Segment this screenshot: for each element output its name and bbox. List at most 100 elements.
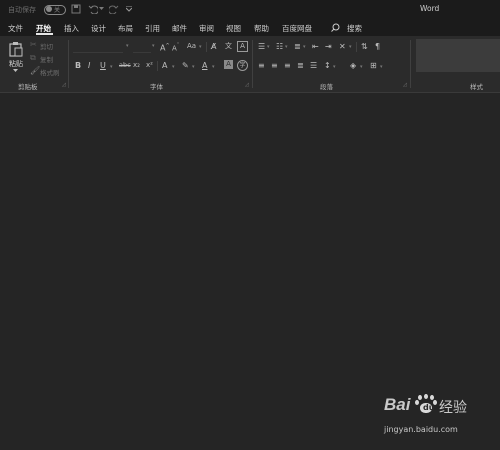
- paragraph-divider: [356, 42, 357, 52]
- chevron-down-icon[interactable]: [126, 6, 132, 12]
- title-bar: 自动保存 关 Word: [0, 0, 500, 19]
- tab-view[interactable]: 视图: [226, 23, 241, 34]
- chinese-layout-icon[interactable]: ✕: [339, 42, 346, 51]
- styles-group-label: 样式: [470, 83, 483, 91]
- borders-dropdown-icon[interactable]: ▾: [380, 64, 383, 70]
- bullets-dropdown-icon[interactable]: ▾: [267, 44, 270, 50]
- tab-references[interactable]: 引用: [145, 23, 160, 34]
- paste-label[interactable]: 粘贴: [9, 59, 23, 69]
- strikethrough-button[interactable]: abc: [119, 61, 131, 70]
- watermark-url: jingyan.baidu.com: [384, 425, 458, 434]
- shrink-font-icon[interactable]: Aˇ: [172, 42, 179, 53]
- highlight-icon[interactable]: ✎: [182, 61, 189, 70]
- ribbon-home: 粘贴 ✂ 剪切 ⧉ 复制 🖌 格式刷 剪贴板 ◿ ▾ ▾ A^ Aˇ Aa ▾ …: [0, 36, 500, 93]
- tab-baidu-netdisk[interactable]: 百度网盘: [282, 23, 312, 34]
- autosave-label: 自动保存: [8, 6, 36, 14]
- format-painter-icon[interactable]: 🖌: [30, 66, 40, 75]
- bold-button[interactable]: B: [75, 61, 81, 70]
- copy-icon[interactable]: ⧉: [30, 53, 36, 62]
- copy-label[interactable]: 复制: [40, 54, 53, 64]
- app-name: Word: [420, 4, 440, 13]
- autosave-toggle-knob: [46, 6, 52, 12]
- phonetic-guide-icon[interactable]: 文: [225, 42, 232, 51]
- italic-button[interactable]: I: [88, 61, 90, 70]
- group-divider: [68, 40, 69, 88]
- save-icon[interactable]: [71, 4, 81, 14]
- font-divider: [206, 42, 207, 52]
- active-tab-indicator: [36, 33, 53, 35]
- sort-icon[interactable]: ⇅: [361, 42, 368, 51]
- paste-dropdown-icon[interactable]: [13, 69, 18, 73]
- clear-formatting-icon[interactable]: A̸: [211, 42, 216, 51]
- tab-mailings[interactable]: 邮件: [172, 23, 187, 34]
- character-border-icon[interactable]: A: [237, 41, 248, 52]
- chinese-layout-dropdown-icon[interactable]: ▾: [349, 44, 352, 50]
- font-size-select[interactable]: [133, 41, 151, 53]
- decrease-indent-icon[interactable]: ⇤: [312, 42, 319, 51]
- align-center-icon[interactable]: ≡: [271, 61, 278, 70]
- shading-dropdown-icon[interactable]: ▾: [360, 64, 363, 70]
- character-shading-icon[interactable]: A: [224, 60, 233, 69]
- line-spacing-icon[interactable]: ↕: [324, 61, 331, 70]
- underline-button[interactable]: U: [100, 61, 106, 70]
- font-group-label: 字体: [150, 83, 163, 91]
- clipboard-group-label: 剪贴板: [18, 83, 38, 91]
- font-color-icon[interactable]: A: [202, 61, 207, 70]
- increase-indent-icon[interactable]: ⇥: [325, 42, 332, 51]
- format-painter-label[interactable]: 格式刷: [40, 67, 60, 77]
- watermark-brand-right: 经验: [439, 400, 467, 416]
- justify-icon[interactable]: ≣: [297, 61, 304, 70]
- group-divider: [410, 40, 411, 88]
- superscript-button[interactable]: x²: [146, 61, 153, 70]
- font-color-dropdown-icon[interactable]: ▾: [212, 64, 215, 70]
- tab-review[interactable]: 审阅: [199, 23, 214, 34]
- font-name-select[interactable]: [73, 41, 123, 53]
- undo-dropdown-icon[interactable]: [99, 6, 104, 11]
- highlight-dropdown-icon[interactable]: ▾: [192, 64, 195, 70]
- enclose-characters-icon[interactable]: 字: [237, 60, 248, 71]
- text-effects-icon[interactable]: A: [162, 61, 167, 70]
- paragraph-group-label: 段落: [320, 83, 333, 91]
- clipboard-launcher-icon[interactable]: ◿: [62, 82, 66, 88]
- font-divider: [157, 61, 158, 71]
- font-launcher-icon[interactable]: ◿: [245, 82, 249, 88]
- tab-file[interactable]: 文件: [8, 23, 23, 34]
- tab-insert[interactable]: 插入: [64, 23, 79, 34]
- search-icon[interactable]: [331, 23, 340, 32]
- show-marks-icon[interactable]: ¶: [375, 42, 380, 51]
- group-divider: [252, 40, 253, 88]
- styles-gallery[interactable]: [416, 39, 500, 72]
- line-spacing-dropdown-icon[interactable]: ▾: [333, 64, 336, 70]
- undo-icon[interactable]: [88, 4, 98, 14]
- tab-layout[interactable]: 布局: [118, 23, 133, 34]
- font-size-dropdown-icon[interactable]: ▾: [152, 43, 155, 49]
- align-left-icon[interactable]: ≡: [258, 61, 265, 70]
- autosave-state: 关: [54, 7, 61, 14]
- multilevel-list-dropdown-icon[interactable]: ▾: [303, 44, 306, 50]
- bullets-icon[interactable]: ☰: [258, 42, 265, 51]
- search-label[interactable]: 搜索: [347, 23, 362, 34]
- font-name-dropdown-icon[interactable]: ▾: [126, 43, 129, 49]
- subscript-button[interactable]: x₂: [133, 61, 140, 70]
- change-case-icon[interactable]: Aa: [187, 42, 196, 51]
- change-case-dropdown-icon[interactable]: ▾: [199, 44, 202, 50]
- paste-icon[interactable]: [8, 41, 24, 57]
- shading-icon[interactable]: ◈: [350, 61, 356, 70]
- cut-icon[interactable]: ✂: [30, 40, 37, 49]
- grow-font-icon[interactable]: A^: [160, 42, 170, 53]
- numbering-dropdown-icon[interactable]: ▾: [285, 44, 288, 50]
- multilevel-list-icon[interactable]: ≣: [294, 42, 301, 51]
- distributed-icon[interactable]: ☰: [310, 61, 317, 70]
- autosave-toggle[interactable]: 关: [44, 5, 66, 15]
- paragraph-launcher-icon[interactable]: ◿: [403, 82, 407, 88]
- numbering-icon[interactable]: ☷: [276, 42, 283, 51]
- tab-help[interactable]: 帮助: [254, 23, 269, 34]
- redo-icon[interactable]: [109, 4, 119, 14]
- align-right-icon[interactable]: ≡: [284, 61, 291, 70]
- cut-label[interactable]: 剪切: [40, 41, 53, 51]
- baidu-paw-logo: du: [415, 394, 437, 415]
- borders-icon[interactable]: ⊞: [370, 61, 377, 70]
- underline-dropdown-icon[interactable]: ▾: [110, 64, 113, 70]
- text-effects-dropdown-icon[interactable]: ▾: [172, 64, 175, 70]
- tab-design[interactable]: 设计: [91, 23, 106, 34]
